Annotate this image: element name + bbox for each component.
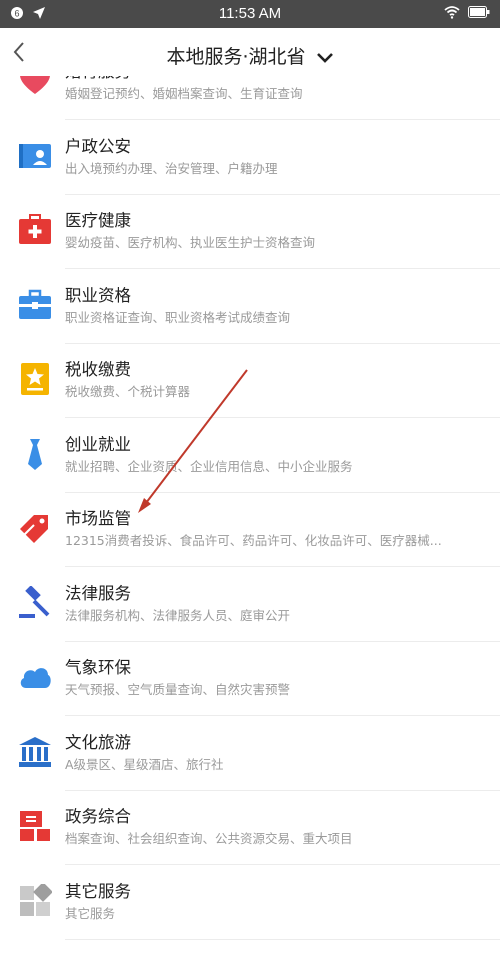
service-list: 婚育服务婚姻登记预约、婚姻档案查询、生育证查询户政公安出入境预约办理、治安管理、… <box>0 76 500 955</box>
service-item-2[interactable]: 户政公安出入境预约办理、治安管理、户籍办理 <box>0 121 500 195</box>
service-subtitle: 婴幼疫苗、医疗机构、执业医生护士资格查询 <box>65 235 316 250</box>
service-title: 其它服务 <box>65 881 131 901</box>
service-subtitle: 12315消费者投诉、食品许可、药品许可、化妆品许可、医疗器械... <box>65 533 442 548</box>
battery-icon <box>468 6 490 18</box>
service-item-8[interactable]: 法律服务法律服务机构、法律服务人员、庭审公开 <box>0 568 500 642</box>
service-subtitle: 天气预报、空气质量查询、自然灾害预警 <box>65 682 291 697</box>
service-item-1[interactable]: 婚育服务婚姻登记预约、婚姻档案查询、生育证查询 <box>0 76 500 120</box>
service-subtitle: 就业招聘、企业资质、企业信用信息、中小企业服务 <box>65 458 353 474</box>
service-item-3[interactable]: 医疗健康婴幼疫苗、医疗机构、执业医生护士资格查询 <box>0 195 500 269</box>
price-tag-icon <box>20 515 48 543</box>
divider <box>65 938 500 940</box>
service-subtitle: 职业资格证查询、职业资格考试成绩查询 <box>65 309 291 325</box>
id-card-icon <box>19 143 51 168</box>
service-subtitle: 婚姻登记预约、婚姻档案查询、生育证查询 <box>65 86 303 101</box>
service-item-9[interactable]: 气象环保天气预报、空气质量查询、自然灾害预警 <box>0 642 500 716</box>
service-title: 政务综合 <box>65 807 131 826</box>
service-title: 税收缴费 <box>65 360 131 379</box>
tax-star-icon <box>21 363 49 395</box>
cloud-icon <box>20 668 51 688</box>
grid-icon <box>20 883 52 916</box>
nav-bar: 本地服务·湖北省 <box>0 28 500 76</box>
wifi-icon <box>444 6 460 19</box>
service-subtitle: 档案查询、社会组织查询、公共资源交易、重大项目 <box>65 831 353 846</box>
service-title: 户政公安 <box>65 136 131 156</box>
status-right-icons <box>444 5 490 19</box>
service-title: 气象环保 <box>65 658 131 677</box>
service-title: 婚育服务 <box>65 76 131 82</box>
service-title: 法律服务 <box>65 583 131 603</box>
chevron-down-icon <box>316 52 333 63</box>
service-title: 市场监管 <box>65 509 131 528</box>
org-chart-icon <box>20 811 50 841</box>
service-item-4[interactable]: 职业资格职业资格证查询、职业资格考试成绩查询 <box>0 270 500 344</box>
page-title: 本地服务·湖北省 <box>166 46 306 68</box>
status-time: 11:53 AM <box>218 5 282 22</box>
necktie-icon <box>28 438 42 470</box>
service-title: 职业资格 <box>65 285 131 305</box>
status-bar: 6 11:53 AM <box>0 0 500 28</box>
service-subtitle: 出入境预约办理、治安管理、户籍办理 <box>65 160 278 176</box>
service-title: 创业就业 <box>65 434 131 454</box>
service-subtitle: A级景区、星级酒店、旅行社 <box>65 756 224 772</box>
service-title: 医疗健康 <box>65 211 131 230</box>
service-item-12[interactable]: 其它服务 其它服务 <box>0 866 500 940</box>
service-item-7[interactable]: 市场监管 12315消费者投诉、食品许可、药品许可、化妆品许可、医疗器械... <box>0 493 500 567</box>
museum-icon <box>19 736 51 767</box>
service-title: 文化旅游 <box>65 732 131 752</box>
heart-icon <box>20 76 50 94</box>
service-subtitle: 其它服务 <box>65 905 116 921</box>
service-item-5[interactable]: 税收缴费税收缴费、个税计算器 <box>0 344 500 418</box>
service-subtitle: 税收缴费、个税计算器 <box>65 384 191 399</box>
service-item-10[interactable]: 文化旅游 A级景区、星级酒店、旅行社 <box>0 717 500 791</box>
briefcase-icon <box>19 289 51 319</box>
service-item-11[interactable]: 政务综合档案查询、社会组织查询、公共资源交易、重大项目 <box>0 791 500 865</box>
region-selector[interactable]: 本地服务·湖北省 <box>0 42 500 69</box>
gavel-icon <box>19 585 50 618</box>
medical-kit-icon <box>19 214 51 244</box>
service-item-6[interactable]: 创业就业就业招聘、企业资质、企业信用信息、中小企业服务 <box>0 419 500 493</box>
service-subtitle: 法律服务机构、法律服务人员、庭审公开 <box>65 607 291 623</box>
